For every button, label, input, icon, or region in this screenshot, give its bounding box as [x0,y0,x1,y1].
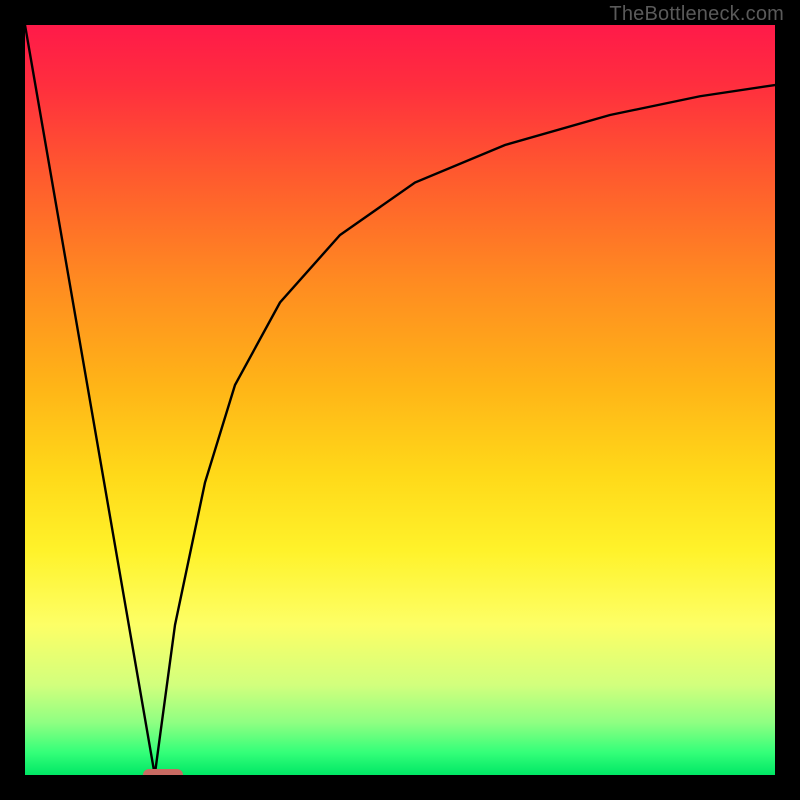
curve-layer [25,25,775,775]
bottleneck-curve [25,25,775,775]
optimal-marker [143,769,183,775]
plot-area [25,25,775,775]
brand-watermark: TheBottleneck.com [609,3,784,26]
chart-frame: TheBottleneck.com [0,0,800,800]
